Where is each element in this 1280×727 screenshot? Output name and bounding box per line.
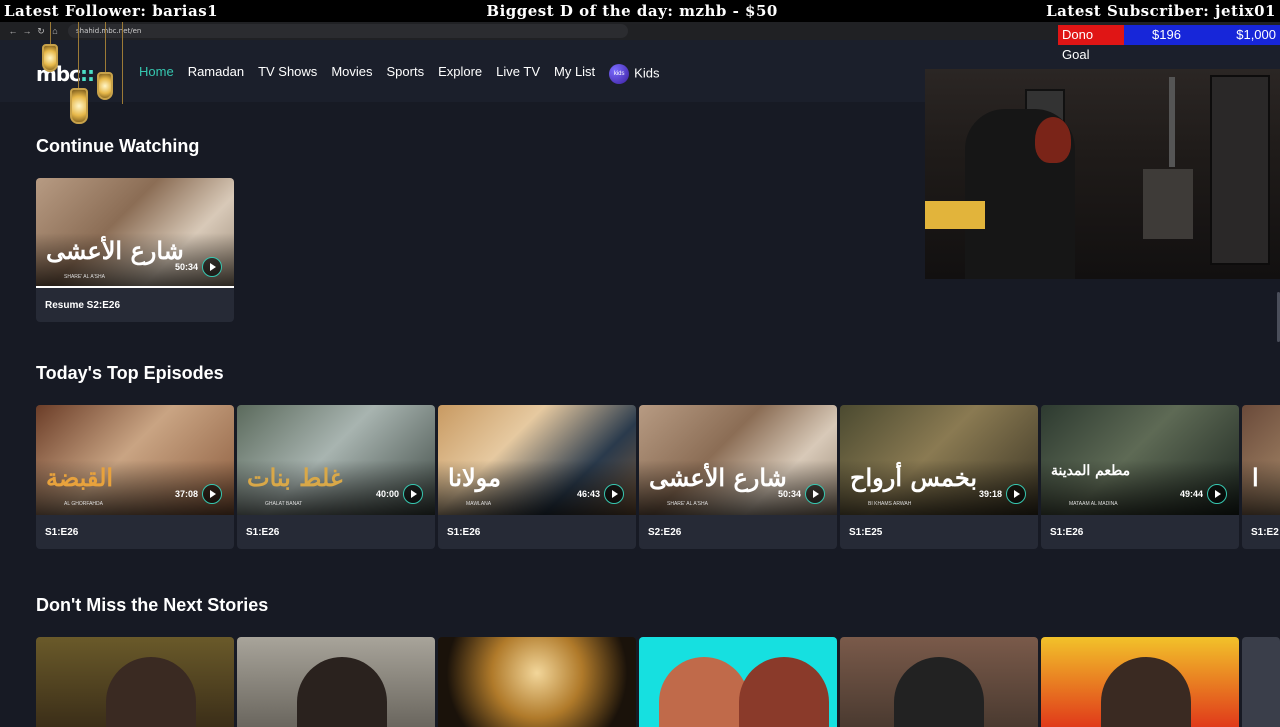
play-icon[interactable]: [202, 257, 222, 277]
watch-progress-bar: [36, 286, 234, 288]
episode-duration: 37:08: [174, 489, 198, 499]
show-title-arabic: مولانا: [448, 463, 501, 492]
episode-duration: 50:34: [174, 262, 198, 272]
top-episode-card[interactable]: شارع الأعشى SHARE' AL A'SHA 50:34 S2:E26: [639, 405, 837, 549]
play-icon[interactable]: [1207, 484, 1227, 504]
next-story-card[interactable]: [639, 637, 837, 727]
nav-live-tv[interactable]: Live TV: [496, 64, 540, 84]
main-nav: Home Ramadan TV Shows Movies Sports Expl…: [139, 64, 673, 84]
webcam-cabinet: [1210, 75, 1270, 265]
stream-overlay-bar: Latest Follower: barias1 Biggest D of th…: [0, 0, 1280, 22]
forward-icon[interactable]: →: [20, 26, 34, 36]
show-title-arabic: بخمس أرواح: [850, 463, 978, 492]
lantern-chain: [122, 22, 123, 104]
show-title-latin: MATAAM AL MADINA: [1069, 501, 1118, 507]
nav-home[interactable]: Home: [139, 64, 174, 84]
biggest-donation-text: Biggest D of the day: mzhb - $50: [486, 2, 778, 20]
top-episode-card-partial[interactable]: ا S1:E2: [1242, 405, 1280, 549]
episode-duration: 46:43: [576, 489, 600, 499]
lantern-icon: [70, 88, 88, 124]
episode-label: S1:E2: [1251, 527, 1279, 538]
next-story-card[interactable]: [840, 637, 1038, 727]
show-title-arabic: غلط بنات: [247, 463, 343, 492]
next-story-card[interactable]: [438, 637, 636, 727]
nav-tv-shows[interactable]: TV Shows: [258, 64, 317, 84]
webcam-mask: [1035, 117, 1071, 163]
nav-ramadan[interactable]: Ramadan: [188, 64, 244, 84]
dono-goal-bar: $196 $1,000: [1124, 25, 1280, 45]
top-episodes-title: Today's Top Episodes: [36, 363, 224, 383]
webcam-overlay: [925, 69, 1280, 279]
dono-current: $196: [1152, 27, 1181, 42]
top-episode-card[interactable]: مطعم المدينة MATAAM AL MADINA 49:44 S1:E…: [1041, 405, 1239, 549]
continue-watching-card[interactable]: شارع الأعشى SHARE' AL A'SHA 50:34 Resume…: [36, 178, 234, 322]
episode-label: S1:E26: [45, 527, 79, 538]
show-title-latin: BI KHAMS ARWAH: [868, 501, 912, 507]
next-story-card-partial[interactable]: [1242, 637, 1280, 727]
top-episode-card[interactable]: القبضة AL GHORFAHDA 37:08 S1:E26: [36, 405, 234, 549]
address-bar[interactable]: shahid.mbc.net/en: [68, 24, 628, 38]
episode-label: S1:E26: [246, 527, 280, 538]
episode-label: S1:E26: [447, 527, 481, 538]
play-icon[interactable]: [805, 484, 825, 504]
lantern-chain: [78, 22, 79, 88]
reload-icon[interactable]: ↻: [34, 26, 48, 37]
lantern-chain: [105, 22, 106, 72]
show-title-latin: GHALAT BANAT: [265, 501, 303, 507]
show-title-arabic: شارع الأعشى: [46, 236, 184, 265]
latest-subscriber-text: Latest Subscriber: jetix01: [1046, 2, 1276, 20]
show-title-latin: SHARE' AL A'SHA: [667, 501, 708, 507]
nav-kids-label: Kids: [634, 65, 660, 81]
play-icon[interactable]: [202, 484, 222, 504]
show-title-arabic: شارع الأعشى: [649, 463, 787, 492]
episode-label: S1:E26: [1050, 527, 1084, 538]
dono-goal-label: Dono Goal: [1058, 25, 1124, 62]
show-title-latin: MAWLANA: [466, 501, 492, 507]
show-title-latin: SHARE' AL A'SHA: [64, 274, 105, 280]
nav-explore[interactable]: Explore: [438, 64, 482, 84]
lantern-icon: [97, 72, 113, 100]
nav-kids[interactable]: kids Kids: [609, 64, 659, 84]
show-title-arabic: مطعم المدينة: [1051, 463, 1131, 479]
webcam-poster: [1143, 169, 1193, 239]
episode-duration: 39:18: [978, 489, 1002, 499]
nav-sports[interactable]: Sports: [387, 64, 425, 84]
lantern-chain: [50, 22, 51, 44]
episode-label: S2:E26: [648, 527, 682, 538]
show-title-latin: AL GHORFAHDA: [64, 501, 103, 507]
nav-movies[interactable]: Movies: [331, 64, 372, 84]
lantern-icon: [42, 44, 58, 72]
webcam-sword: [1169, 77, 1175, 167]
back-icon[interactable]: ←: [6, 26, 20, 36]
episode-duration: 50:34: [777, 489, 801, 499]
nav-my-list[interactable]: My List: [554, 64, 595, 84]
top-episode-card[interactable]: مولانا MAWLANA 46:43 S1:E26: [438, 405, 636, 549]
episode-thumbnail: [1242, 405, 1280, 515]
show-title-arabic: القبضة: [46, 463, 114, 492]
episode-label: S1:E25: [849, 527, 883, 538]
dono-goal-widget: Dono Goal $196 $1,000: [1058, 25, 1280, 62]
resume-label: Resume S2:E26: [45, 300, 121, 311]
next-story-card[interactable]: [36, 637, 234, 727]
kids-icon: kids: [609, 64, 630, 84]
dono-target: $1,000: [1236, 27, 1276, 42]
show-title-arabic: ا: [1252, 463, 1259, 492]
continue-watching-title: Continue Watching: [36, 136, 200, 156]
top-episode-card[interactable]: غلط بنات GHALAT BANAT 40:00 S1:E26: [237, 405, 435, 549]
next-stories-title: Don't Miss the Next Stories: [36, 595, 269, 615]
latest-follower-text: Latest Follower: barias1: [4, 2, 219, 20]
next-story-card[interactable]: [237, 637, 435, 727]
play-icon[interactable]: [1006, 484, 1026, 504]
top-episode-card[interactable]: بخمس أرواح BI KHAMS ARWAH 39:18 S1:E25: [840, 405, 1038, 549]
webcam-sign: [925, 201, 985, 229]
play-icon[interactable]: [604, 484, 624, 504]
episode-duration: 40:00: [375, 489, 399, 499]
play-icon[interactable]: [403, 484, 423, 504]
episode-duration: 49:44: [1179, 489, 1203, 499]
next-story-card[interactable]: [1041, 637, 1239, 727]
